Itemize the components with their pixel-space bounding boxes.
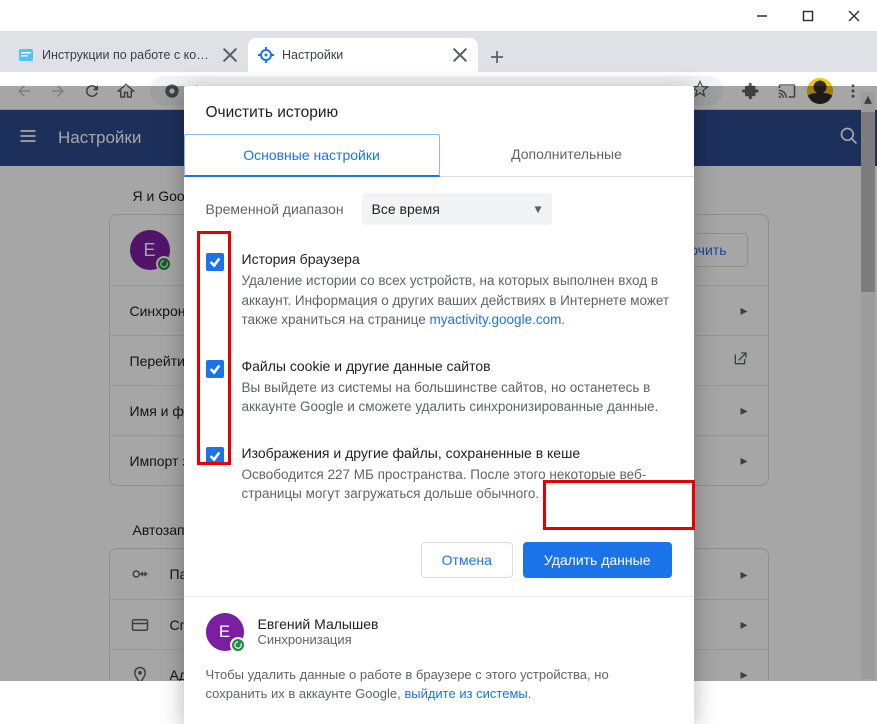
sync-badge-icon bbox=[230, 637, 246, 653]
dialog-footer: Е Евгений Малышев Синхронизация Чтобы уд… bbox=[184, 596, 694, 724]
tab-strip: Инструкции по работе с компью Настройки bbox=[0, 32, 877, 72]
footer-profile: Е Евгений Малышев Синхронизация bbox=[206, 613, 672, 651]
cookies-check-item: Файлы cookie и другие данные сайтов Вы в… bbox=[206, 348, 672, 435]
tab-basic[interactable]: Основные настройки bbox=[184, 134, 440, 177]
window-maximize-button[interactable] bbox=[785, 0, 831, 32]
cookies-title: Файлы cookie и другие данные сайтов bbox=[242, 358, 672, 374]
footer-profile-name: Евгений Малышев bbox=[258, 616, 379, 632]
browser-tab-0[interactable]: Инструкции по работе с компью bbox=[8, 38, 248, 72]
tab-close-icon[interactable] bbox=[452, 47, 468, 63]
cache-check-item: Изображения и другие файлы, сохраненные … bbox=[206, 435, 672, 522]
clear-data-button[interactable]: Удалить данные bbox=[523, 542, 672, 578]
history-title: История браузера bbox=[242, 251, 672, 267]
window-close-button[interactable] bbox=[831, 0, 877, 32]
time-range-select[interactable]: Все время ▾ bbox=[362, 193, 552, 225]
tab-advanced[interactable]: Дополнительные bbox=[440, 134, 694, 176]
time-range-value: Все время bbox=[372, 201, 440, 217]
window-titlebar bbox=[0, 0, 877, 32]
cache-title: Изображения и другие файлы, сохраненные … bbox=[242, 445, 672, 461]
dialog-tab-strip: Основные настройки Дополнительные bbox=[184, 134, 694, 177]
sign-out-link[interactable]: выйдите из системы bbox=[404, 686, 527, 701]
dialog-actions: Отмена Удалить данные bbox=[184, 528, 694, 596]
cookies-desc: Вы выйдете из системы на большинстве сай… bbox=[242, 378, 672, 417]
time-range-row: Временной диапазон Все время ▾ bbox=[184, 177, 694, 241]
footer-note: Чтобы удалить данные о работе в браузере… bbox=[206, 665, 672, 704]
window-minimize-button[interactable] bbox=[739, 0, 785, 32]
settings-favicon-icon bbox=[258, 47, 274, 63]
dialog-title: Очистить историю bbox=[184, 86, 694, 134]
history-check-item: История браузера Удаление истории со все… bbox=[206, 241, 672, 348]
checkbox-list: История браузера Удаление истории со все… bbox=[184, 241, 694, 528]
browser-tab-1[interactable]: Настройки bbox=[248, 38, 478, 72]
tab-title: Инструкции по работе с компью bbox=[42, 48, 214, 62]
cancel-button[interactable]: Отмена bbox=[421, 542, 513, 578]
footer-avatar: Е bbox=[206, 613, 244, 651]
footer-profile-sub: Синхронизация bbox=[258, 632, 379, 647]
history-checkbox[interactable] bbox=[206, 253, 224, 271]
tab-close-icon[interactable] bbox=[222, 47, 238, 63]
history-desc: Удаление истории со всех устройств, на к… bbox=[242, 271, 672, 330]
new-tab-button[interactable] bbox=[482, 42, 512, 72]
tab-title: Настройки bbox=[282, 48, 444, 62]
caret-down-icon: ▾ bbox=[535, 201, 542, 218]
cookies-checkbox[interactable] bbox=[206, 360, 224, 378]
clear-browsing-data-dialog: Очистить историю Основные настройки Допо… bbox=[184, 86, 694, 724]
favicon-icon bbox=[18, 47, 34, 63]
myactivity-link[interactable]: myactivity.google.com bbox=[430, 312, 562, 327]
cache-desc: Освободится 227 МБ пространства. После э… bbox=[242, 465, 672, 504]
time-range-label: Временной диапазон bbox=[206, 201, 344, 217]
cache-checkbox[interactable] bbox=[206, 447, 224, 465]
